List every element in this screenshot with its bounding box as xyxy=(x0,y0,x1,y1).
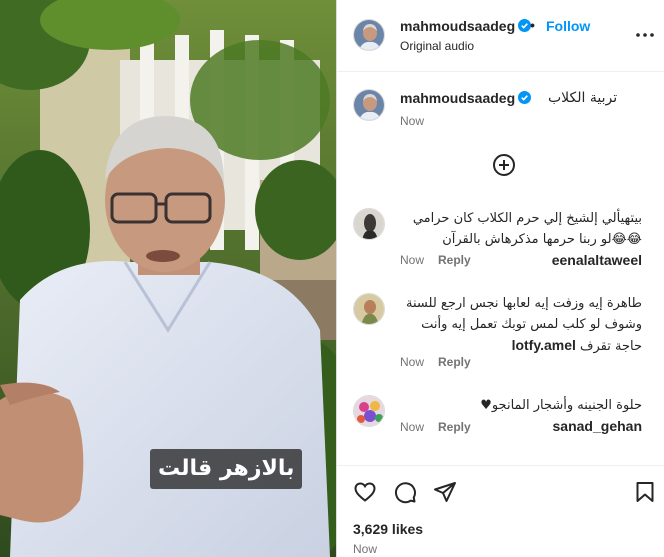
author-username[interactable]: mahmoudsaadeg xyxy=(400,18,532,34)
post-sidebar: mahmoudsaadeg • Follow Original audio ma… xyxy=(336,0,664,557)
video-subtitle: بالازهر قالت xyxy=(150,449,303,489)
post-header: mahmoudsaadeg • Follow Original audio xyxy=(337,0,664,72)
bookmark-icon[interactable] xyxy=(633,480,657,504)
avatar-image xyxy=(354,294,384,324)
avatar-image xyxy=(354,396,384,426)
comment-text: حلوة الجنينه وأشجار المانجو♥ xyxy=(480,398,642,413)
action-bar: 3,629 likes Now xyxy=(337,465,664,557)
comment-icon[interactable] xyxy=(393,480,417,504)
author-avatar[interactable] xyxy=(353,19,385,51)
send-icon[interactable] xyxy=(433,480,457,504)
comment-meta: Now Reply xyxy=(400,355,485,369)
comment-time[interactable]: Now xyxy=(400,420,424,434)
avatar-image xyxy=(354,209,384,239)
post-modal: بالازهر قالت mahmoudsaadeg • Follow Orig… xyxy=(0,0,664,557)
comment-body: بيتهيألي إلشيخ إلي حرم الكلاب كان حرامي … xyxy=(400,208,642,268)
avatar-image xyxy=(354,20,384,50)
heart-icon[interactable] xyxy=(353,480,377,504)
verified-badge-icon xyxy=(518,91,532,104)
comment-meta: Now Reply xyxy=(400,420,485,434)
comment-meta: Now Reply xyxy=(400,253,485,267)
comment-body: طاهرة إيه وزفت إيه لعابها نجس ارجع للسنة… xyxy=(400,293,642,357)
avatar-image xyxy=(354,90,384,120)
reply-button[interactable]: Reply xyxy=(438,420,471,434)
commenter-avatar[interactable] xyxy=(353,208,385,240)
reply-button[interactable]: Reply xyxy=(438,253,471,267)
post-time[interactable]: Now xyxy=(353,542,377,556)
reply-button[interactable]: Reply xyxy=(438,355,471,369)
plus-circle-icon[interactable] xyxy=(492,153,516,177)
follow-button[interactable]: Follow xyxy=(546,18,590,34)
comment-text: بيتهيألي إلشيخ إلي حرم الكلاب كان حرامي … xyxy=(412,211,642,247)
comment-body: حلوة الجنينه وأشجار المانجو♥ sanad_gehan xyxy=(400,395,642,434)
caption-avatar[interactable] xyxy=(353,89,385,121)
caption-text: تربية الكلاب xyxy=(548,90,618,106)
caption-time[interactable]: Now xyxy=(400,114,424,128)
comment-time[interactable]: Now xyxy=(400,355,424,369)
audio-label[interactable]: Original audio xyxy=(400,39,474,53)
caption-username-text[interactable]: mahmoudsaadeg xyxy=(400,90,515,106)
video-player[interactable]: بالازهر قالت xyxy=(0,0,336,557)
commenter-username[interactable]: eenalaltaweel xyxy=(552,252,642,268)
commenter-avatar[interactable] xyxy=(353,395,385,427)
separator-dot: • xyxy=(530,17,535,33)
author-username-text[interactable]: mahmoudsaadeg xyxy=(400,18,515,34)
caption-username[interactable]: mahmoudsaadeg xyxy=(400,90,532,106)
more-horizontal-icon[interactable] xyxy=(633,23,657,47)
comment-time[interactable]: Now xyxy=(400,253,424,267)
commenter-username[interactable]: lotfy.amel xyxy=(512,337,576,353)
commenter-avatar[interactable] xyxy=(353,293,385,325)
likes-count[interactable]: 3,629 likes xyxy=(353,521,423,537)
commenter-username[interactable]: sanad_gehan xyxy=(553,418,642,434)
